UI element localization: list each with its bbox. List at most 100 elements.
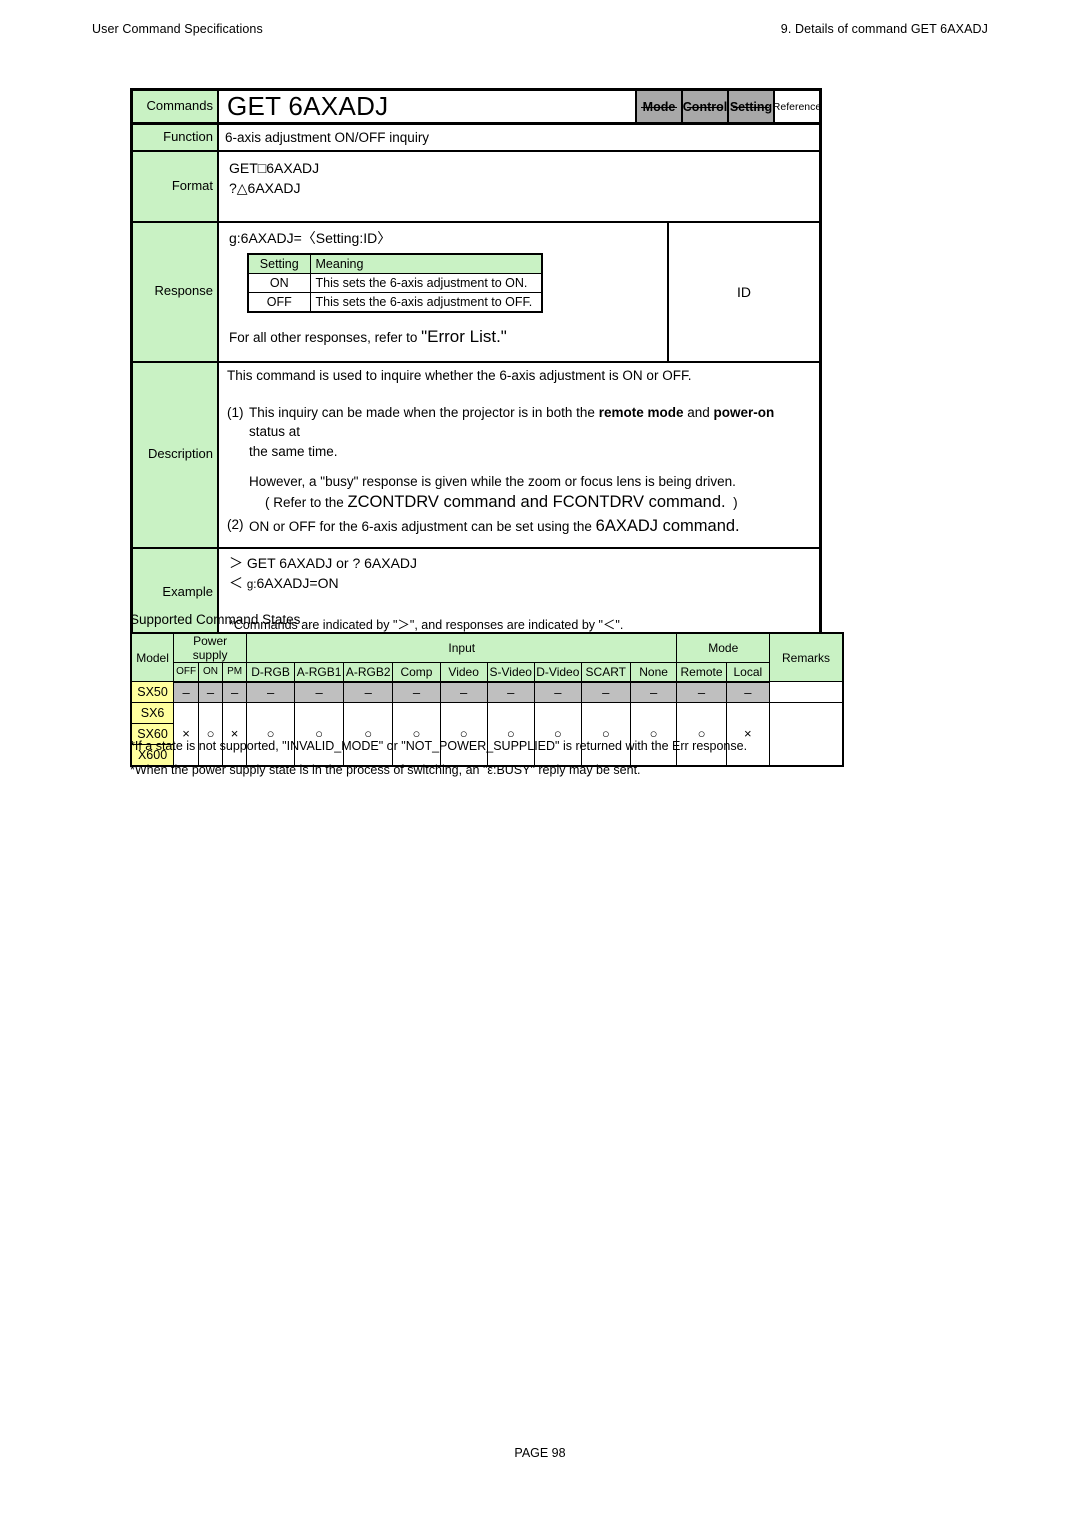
states-col-input-argb2: A-RGB2: [343, 662, 394, 683]
response-body: g:6AXADJ=〈Setting:ID〉 Setting Meaning ON…: [219, 223, 667, 361]
states-sx50-mode-remote: –: [676, 681, 727, 703]
states-footnote-2: *When the power supply state is in the p…: [130, 762, 641, 777]
states-group-power-supply: Power supply: [173, 632, 248, 663]
function-text: 6-axis adjustment ON/OFF inquiry: [225, 130, 430, 145]
refer-close-paren: ): [733, 495, 738, 511]
states-col-remarks: Remarks: [769, 632, 844, 682]
states-sx50-mode-local: –: [725, 681, 771, 703]
states-model-sx50: SX50: [130, 681, 175, 703]
states-footnotes: *If a state is not supported, "INVALID_M…: [130, 735, 747, 783]
format-row: Format GET□6AXADJ ?△6AXADJ: [133, 152, 819, 223]
states-col-input-argb1: A-RGB1: [294, 662, 345, 683]
tag-control[interactable]: Control: [681, 91, 727, 122]
table-row: OFF This sets the 6-axis adjustment to O…: [247, 291, 543, 313]
states-sx50-input-comp: –: [392, 681, 441, 703]
table-row: SX50 – – – – – – – – – – – – – –: [130, 681, 844, 703]
states-header-row-2: OFF ON PM D-RGB A-RGB1 A-RGB2 Comp Video…: [131, 662, 843, 683]
states-col-input-comp: Comp: [392, 662, 441, 683]
desc-1-part-b: and: [683, 404, 714, 420]
states-col-power-pm: PM: [222, 662, 248, 683]
refer-open-paren: ( Refer to the: [265, 495, 348, 511]
tag-setting[interactable]: Setting: [727, 91, 773, 122]
description-item-2-text: ON or OFF for the 6-axis adjustment can …: [249, 515, 813, 539]
states-sx50-power-pm: –: [222, 681, 248, 703]
description-intro: This command is used to inquire whether …: [227, 367, 692, 383]
states-col-mode-remote: Remote: [676, 662, 727, 683]
function-row: Function 6-axis adjustment ON/OFF inquir…: [133, 125, 819, 152]
states-footnote-1: *If a state is not supported, "INVALID_M…: [130, 739, 748, 753]
description-item-1-text: This inquiry can be made when the projec…: [249, 403, 813, 442]
error-list-link: "Error List.": [421, 326, 507, 346]
desc-2-part-a: ON or OFF for the 6-axis adjustment can …: [249, 518, 596, 534]
states-col-input-none: None: [629, 662, 678, 683]
states-col-mode-local: Local: [725, 662, 771, 683]
setting-value-on: ON: [247, 272, 311, 293]
states-col-input-dvideo: D-Video: [533, 662, 582, 683]
meaning-value-off: This sets the 6-axis adjustment to OFF.: [309, 291, 543, 313]
format-line-2: ?△6AXADJ: [229, 180, 301, 197]
states-sx50-input-argb2: –: [343, 681, 394, 703]
format-line-1: GET□6AXADJ: [229, 160, 320, 176]
states-col-input-drgb: D-RGB: [246, 662, 296, 683]
description-item-1-continuation: the same time.: [249, 443, 338, 459]
example-response-text: 6AXADJ=ON: [256, 575, 339, 592]
states-col-power-off: OFF: [173, 662, 200, 683]
table-row: ON This sets the 6-axis adjustment to ON…: [247, 272, 543, 293]
meaning-value-on: This sets the 6-axis adjustment to ON.: [309, 272, 543, 293]
header-left-text: User Command Specifications: [92, 22, 263, 36]
table-row: SX6 × ○ × ○ ○ ○ ○ ○ ○ ○ ○ ○ ○ ×: [130, 702, 844, 766]
states-col-input-svideo: S-Video: [486, 662, 535, 683]
description-refer-line: ( Refer to the ZCONTDRV command and FCON…: [265, 491, 813, 515]
page-header: User Command Specifications 9. Details o…: [92, 22, 988, 36]
error-list-note: For all other responses, refer to "Error…: [229, 327, 661, 347]
states-sx50-input-none: –: [629, 681, 678, 703]
desc-1-bold-remote-mode: remote mode: [598, 404, 684, 420]
description-item-2: (2) ON or OFF for the 6-axis adjustment …: [227, 515, 813, 539]
example-request-arrow: ＞: [229, 554, 243, 571]
example-request-line: ＞ GET 6AXADJ or ? 6AXADJ: [229, 553, 813, 573]
states-sx50-input-svideo: –: [486, 681, 535, 703]
response-signature: g:6AXADJ=〈Setting:ID〉: [229, 229, 392, 246]
format-text: GET□6AXADJ ?△6AXADJ: [219, 152, 819, 221]
error-list-note-prefix: For all other responses, refer to: [229, 329, 422, 345]
page-footer: PAGE 98: [0, 1446, 1080, 1460]
command-spec-table: Commands GET 6AXADJ Mode Control Setting…: [130, 88, 822, 723]
states-sx50-input-scart: –: [580, 681, 631, 703]
desc-1-part-c: status at: [249, 424, 301, 440]
states-sx6group-remarks: [769, 702, 844, 766]
states-col-input-video: Video: [439, 662, 488, 683]
response-row: Response g:6AXADJ=〈Setting:ID〉 Setting M…: [133, 222, 819, 363]
states-col-power-on: ON: [198, 662, 224, 683]
states-col-model: Model: [130, 632, 175, 682]
commands-label: Commands: [133, 91, 219, 122]
desc-1-part-a: This inquiry can be made when the projec…: [249, 404, 599, 420]
description-however-line: However, a "busy" response is given whil…: [249, 473, 736, 489]
states-sx50-input-argb1: –: [294, 681, 345, 703]
states-sx50-input-drgb: –: [246, 681, 296, 703]
desc-1-bold-power-on: power-on: [713, 404, 775, 420]
states-sx50-remarks: [769, 681, 844, 703]
setting-col-header: Setting: [247, 253, 311, 274]
description-item-2-number: (2): [227, 516, 244, 532]
description-label: Description: [133, 362, 219, 547]
command-title-row: Commands GET 6AXADJ Mode Control Setting…: [133, 91, 821, 125]
states-sx50-input-video: –: [439, 681, 488, 703]
description-item-1-number: (1): [227, 404, 244, 420]
example-response-line: ＜ g:6AXADJ=ON: [229, 573, 813, 594]
example-body: ＞ GET 6AXADJ or ? 6AXADJ ＜ g:6AXADJ=ON *…: [219, 549, 819, 637]
tag-mode[interactable]: Mode: [635, 91, 681, 122]
states-group-mode: Mode: [676, 632, 771, 663]
tag-reference[interactable]: Reference: [773, 91, 821, 122]
supported-states-caption: Supported Command States: [130, 612, 301, 627]
meaning-col-header: Meaning: [309, 253, 543, 274]
setting-meaning-table: Setting Meaning ON This sets the 6-axis …: [247, 252, 543, 313]
format-label: Format: [133, 152, 219, 221]
desc-2-command-name: 6AXADJ command.: [595, 516, 740, 535]
setting-value-off: OFF: [247, 291, 311, 313]
states-sx50-power-off: –: [173, 681, 200, 703]
states-model-sx6: SX6: [130, 702, 175, 724]
response-label: Response: [133, 222, 219, 361]
example-request-text: GET 6AXADJ or ? 6AXADJ: [246, 554, 418, 571]
states-sx50-power-on: –: [198, 681, 224, 703]
response-left-group: Response g:6AXADJ=〈Setting:ID〉 Setting M…: [133, 222, 669, 361]
